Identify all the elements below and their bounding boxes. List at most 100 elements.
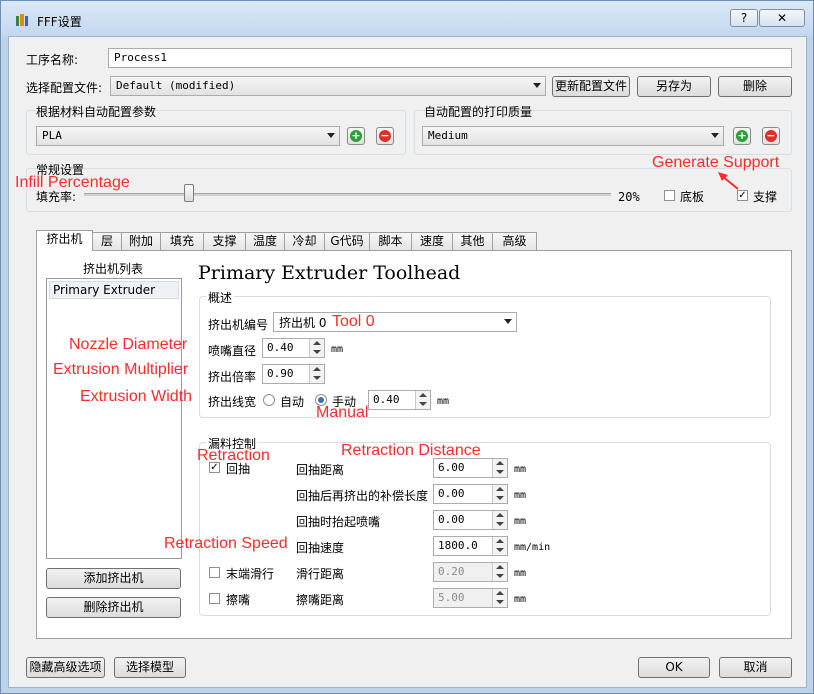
retraction-lift-value: 0.00 — [438, 513, 465, 526]
tab-4[interactable]: 支撑 — [203, 232, 246, 250]
width-auto-label: 自动 — [280, 395, 305, 409]
material-select[interactable]: PLA — [36, 126, 340, 146]
tab-7[interactable]: G代码 — [324, 232, 370, 250]
annotation-manual: Manual — [316, 404, 369, 421]
add-quality-button[interactable]: + — [733, 127, 751, 145]
chevron-down-icon — [504, 319, 512, 324]
add-material-button[interactable]: + — [347, 127, 365, 145]
tab-3[interactable]: 填充 — [160, 232, 204, 250]
retraction-lift-unit: mm — [514, 516, 527, 527]
nozzle-diameter-value: 0.40 — [267, 341, 294, 354]
spin-arrows-icon[interactable] — [492, 537, 507, 555]
retraction-lift-spinbox[interactable]: 0.00 — [433, 510, 508, 530]
extra-restart-value: 0.00 — [438, 487, 465, 500]
chevron-down-icon — [327, 133, 335, 138]
delete-config-button[interactable]: 删除 — [718, 76, 792, 97]
width-unit: mm — [437, 396, 450, 407]
remove-extruder-button[interactable]: 删除挤出机 — [46, 597, 181, 618]
chevron-down-icon — [711, 133, 719, 138]
minus-icon: − — [765, 129, 777, 142]
tab-6[interactable]: 冷却 — [284, 232, 325, 250]
spin-arrows-icon[interactable] — [309, 339, 324, 357]
auto-quality-label: 自动配置的打印质量 — [424, 105, 533, 119]
annotation-infill-percentage: Infill Percentage — [15, 174, 130, 191]
help-button[interactable]: ? — [730, 9, 758, 27]
auto-material-label: 根据材料自动配置参数 — [36, 105, 157, 119]
spin-arrows-icon[interactable] — [492, 589, 507, 607]
annotation-extrusion-width: Extrusion Width — [80, 388, 193, 405]
wipe-distance-value: 5.00 — [438, 591, 465, 604]
spin-arrows-icon[interactable] — [309, 365, 324, 383]
remove-quality-button[interactable]: − — [762, 127, 780, 145]
raft-checkbox[interactable] — [664, 190, 675, 201]
spin-arrows-icon[interactable] — [415, 391, 430, 409]
config-file-value: Default (modified) — [116, 79, 236, 92]
process-name-input[interactable]: Process1 — [108, 48, 792, 68]
infill-slider-track[interactable] — [84, 193, 611, 196]
extrusion-width-label: 挤出线宽 — [208, 395, 257, 409]
chevron-down-icon — [533, 83, 541, 88]
annotation-extrusion-multiplier: Extrusion Multiplier — [53, 361, 189, 378]
spin-arrows-icon[interactable] — [492, 485, 507, 503]
add-extruder-button[interactable]: 添加挤出机 — [46, 568, 181, 589]
ok-button[interactable]: OK — [638, 657, 710, 678]
select-model-button[interactable]: 选择模型 — [114, 657, 186, 678]
quality-select[interactable]: Medium — [422, 126, 724, 146]
tab-10[interactable]: 其他 — [452, 232, 493, 250]
wipe-checkbox[interactable] — [209, 593, 220, 604]
tool-select[interactable]: 挤出机 0 — [273, 312, 517, 332]
general-settings-group — [26, 168, 792, 212]
config-file-select[interactable]: Default (modified) — [110, 76, 546, 96]
plus-icon: + — [736, 129, 748, 142]
config-file-label: 选择配置文件: — [26, 81, 103, 95]
nozzle-diameter-spinbox[interactable]: 0.40 — [262, 338, 325, 358]
extrusion-multiplier-value: 0.90 — [267, 367, 294, 380]
save-as-button[interactable]: 另存为 — [637, 76, 711, 97]
infill-slider-thumb[interactable] — [184, 184, 194, 202]
retraction-speed-spinbox[interactable]: 1800.0 — [433, 536, 508, 556]
remove-material-button[interactable]: − — [376, 127, 394, 145]
close-button[interactable]: ✕ — [759, 9, 805, 27]
extra-restart-spinbox[interactable]: 0.00 — [433, 484, 508, 504]
annotation-retraction-distance: Retraction Distance — [341, 442, 481, 459]
annotation-tool0: Tool 0 — [332, 313, 375, 330]
tab-2[interactable]: 附加 — [121, 232, 161, 250]
extruder-listbox[interactable]: Primary Extruder — [46, 278, 182, 559]
coast-distance-unit: mm — [514, 568, 527, 579]
coast-checkbox[interactable] — [209, 567, 220, 578]
hide-advanced-button[interactable]: 隐藏高级选项 — [26, 657, 105, 678]
extrusion-multiplier-spinbox[interactable]: 0.90 — [262, 364, 325, 384]
material-value: PLA — [42, 129, 62, 142]
retraction-distance-spinbox[interactable]: 6.00 — [433, 458, 508, 478]
width-auto-radio[interactable] — [263, 394, 275, 406]
retraction-speed-unit: mm/min — [514, 542, 551, 553]
extrusion-multiplier-label: 挤出倍率 — [208, 370, 257, 384]
coast-distance-spinbox[interactable]: 0.20 — [433, 562, 508, 582]
cancel-button[interactable]: 取消 — [719, 657, 792, 678]
plus-icon: + — [350, 129, 362, 142]
tab-1[interactable]: 层 — [92, 232, 122, 250]
tab-8[interactable]: 脚本 — [369, 232, 412, 250]
tab-11[interactable]: 高级 — [492, 232, 537, 250]
update-config-button[interactable]: 更新配置文件 — [552, 76, 630, 97]
tab-9[interactable]: 速度 — [411, 232, 453, 250]
extrusion-width-spinbox[interactable]: 0.40 — [368, 390, 431, 410]
app-icon — [16, 14, 28, 26]
spin-arrows-icon[interactable] — [492, 459, 507, 477]
wipe-distance-unit: mm — [514, 594, 527, 605]
support-label: 支撑 — [753, 190, 778, 204]
list-item[interactable]: Primary Extruder — [49, 281, 179, 299]
tool-label: 挤出机编号 — [208, 318, 269, 332]
spin-arrows-icon[interactable] — [492, 563, 507, 581]
retraction-distance-label: 回抽距离 — [296, 463, 345, 477]
tab-5[interactable]: 温度 — [245, 232, 285, 250]
infill-value: 20% — [618, 190, 640, 204]
title-bar: FFF设置 ? ✕ — [1, 1, 813, 37]
annotation-nozzle-diameter: Nozzle Diameter — [69, 336, 188, 353]
tab-0[interactable]: 挤出机 — [36, 230, 93, 251]
retraction-speed-value: 1800.0 — [438, 539, 478, 552]
wipe-distance-spinbox[interactable]: 5.00 — [433, 588, 508, 608]
wipe-label: 擦嘴 — [226, 593, 251, 607]
window-title: FFF设置 — [37, 15, 82, 29]
spin-arrows-icon[interactable] — [492, 511, 507, 529]
